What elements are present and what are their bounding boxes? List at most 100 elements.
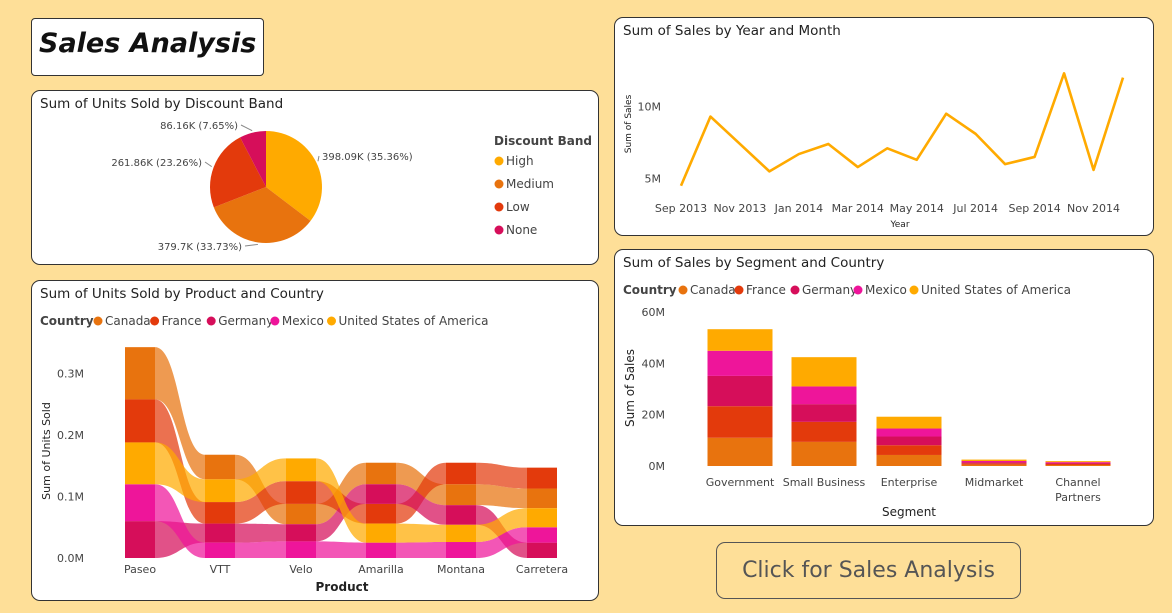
bar-midmarket-france xyxy=(961,463,1027,465)
segment-montana-germany xyxy=(446,505,476,525)
segment-velo-france xyxy=(286,481,316,504)
legend-label-germany: Germany xyxy=(802,283,857,297)
x-tick-label: Partners xyxy=(1055,491,1101,504)
pie-data-label: 379.7K (33.73%) xyxy=(158,242,242,253)
segment-vtt-united-states-of-america xyxy=(205,479,235,503)
segment-montana-mexico xyxy=(446,542,476,558)
x-axis-title: Segment xyxy=(882,505,936,519)
pie-legend-title: Discount Band xyxy=(494,134,592,148)
ribbon-chart-card: Sum of Units Sold by Product and Country… xyxy=(31,280,599,601)
x-tick-label: Mar 2014 xyxy=(832,202,884,215)
legend-label-mexico: Mexico xyxy=(282,314,324,328)
legend-label-united-states-of-america: United States of America xyxy=(921,283,1071,297)
y-axis-title: Sum of Units Sold xyxy=(40,402,53,500)
x-tick-label: Velo xyxy=(289,563,312,576)
legend-marker-canada xyxy=(678,285,688,295)
segment-carretera-mexico xyxy=(527,527,557,543)
x-tick-label: Montana xyxy=(437,563,485,576)
x-tick-label: Midmarket xyxy=(965,476,1024,489)
bar-channel-partners-united-states-of-america xyxy=(1045,461,1111,463)
y-axis-title: Sum of Sales xyxy=(624,94,634,153)
legend-marker-mexico xyxy=(270,316,280,326)
segment-carretera-france xyxy=(527,467,557,489)
sales-line xyxy=(679,72,1125,187)
y-tick-label: 0M xyxy=(649,460,666,473)
bar-enterprise-germany xyxy=(876,436,942,446)
line-chart: 5M 10M Sep 2013 Nov 2013 Jan 2014 Mar 2014 May… xyxy=(624,72,1125,230)
legend-label-none: None xyxy=(506,223,537,237)
bar-midmarket-united-states-of-america xyxy=(961,459,1027,461)
y-tick-label: 5M xyxy=(645,173,662,186)
ribbon-mexico xyxy=(396,542,446,558)
legend-label-united-states-of-america: United States of America xyxy=(339,314,489,328)
x-tick-label: Nov 2014 xyxy=(1067,202,1120,215)
x-tick-label: May 2014 xyxy=(890,202,944,215)
bar-small-business-mexico xyxy=(791,386,857,405)
segment-carretera-germany xyxy=(527,542,557,558)
segment-amarilla-canada xyxy=(366,462,396,485)
legend-label-high: High xyxy=(506,154,534,168)
legend-marker-mexico xyxy=(853,285,863,295)
bar-legend-title: Country xyxy=(623,283,677,297)
bar-government-germany xyxy=(707,375,773,407)
y-tick-label: 40M xyxy=(642,357,666,370)
ribbon-mexico xyxy=(235,541,286,558)
segment-amarilla-mexico xyxy=(366,542,396,558)
pie-chart: 398.09K (35.36%) 379.7K (33.73%) 261.86K (… xyxy=(111,121,592,253)
pie-chart-card: Sum of Units Sold by Discount Band 398.0… xyxy=(31,90,599,265)
x-tick-label: Paseo xyxy=(124,563,156,576)
segment-amarilla-france xyxy=(366,503,396,524)
legend-label-low: Low xyxy=(506,200,530,214)
segment-carretera-united-states-of-america xyxy=(527,508,557,528)
segment-paseo-united-states-of-america xyxy=(125,442,155,485)
bar-enterprise-united-states-of-america xyxy=(876,416,942,429)
segment-paseo-mexico xyxy=(125,484,155,522)
bar-channel-partners-france xyxy=(1045,463,1111,465)
legend-marker-united-states-of-america xyxy=(327,316,336,326)
pie-data-label: 398.09K (35.36%) xyxy=(322,152,413,163)
pie-data-label: 261.86K (23.26%) xyxy=(111,158,202,169)
segment-amarilla-united-states-of-america xyxy=(366,523,396,543)
legend-marker-france xyxy=(150,316,160,326)
segment-paseo-canada xyxy=(125,347,155,400)
y-tick-label: 0.1M xyxy=(57,491,84,504)
y-tick-label: 10M xyxy=(638,100,662,113)
bar-small-business-france xyxy=(791,421,857,442)
segment-vtt-germany xyxy=(205,523,235,543)
pie-data-label: 86.16K (7.65%) xyxy=(160,121,238,132)
legend-marker-germany xyxy=(790,285,800,295)
bar-channel-partners-mexico xyxy=(1045,462,1111,464)
bar-small-business-united-states-of-america xyxy=(791,357,857,387)
x-axis-title: Product xyxy=(316,580,369,594)
bar-channel-partners-germany xyxy=(1045,463,1111,464)
bar-government-united-states-of-america xyxy=(707,329,773,351)
pie-leader-line xyxy=(244,243,258,247)
x-tick-label: Government xyxy=(706,476,775,489)
y-tick-label: 60M xyxy=(642,306,666,319)
x-tick-label: Jul 2014 xyxy=(952,202,998,215)
segment-amarilla-germany xyxy=(366,484,396,504)
bar-channel-partners-canada xyxy=(1045,464,1111,466)
ribbon-legend-title: Country xyxy=(40,314,94,328)
ribbon-chart: Country Canada France Germany Mexico United S… xyxy=(40,314,568,594)
segment-montana-united-states-of-america xyxy=(446,524,476,543)
x-tick-label: Sep 2014 xyxy=(1008,202,1060,215)
x-tick-label: Amarilla xyxy=(358,563,403,576)
legend-label-france: France xyxy=(746,283,786,297)
legend-marker-none xyxy=(494,225,504,235)
legend-marker-germany xyxy=(206,316,216,326)
sales-analysis-button[interactable]: Click for Sales Analysis xyxy=(716,542,1021,599)
legend-marker-medium xyxy=(494,179,504,189)
stacked-bar-chart: Country Canada France Germany Mexico United S… xyxy=(623,283,1111,519)
legend-marker-united-states-of-america xyxy=(909,285,919,295)
bar-chart-card: Sum of Sales by Segment and Country Coun… xyxy=(614,249,1154,526)
x-tick-label: VTT xyxy=(210,563,231,576)
legend-label-germany: Germany xyxy=(218,314,273,328)
x-axis-title: Year xyxy=(889,220,909,230)
segment-carretera-canada xyxy=(527,488,557,509)
x-tick-label: Small Business xyxy=(783,476,866,489)
y-tick-label: 0.0M xyxy=(57,552,84,565)
legend-label-canada: Canada xyxy=(690,283,736,297)
bar-midmarket-germany xyxy=(961,462,1027,464)
segment-velo-canada xyxy=(286,503,316,525)
